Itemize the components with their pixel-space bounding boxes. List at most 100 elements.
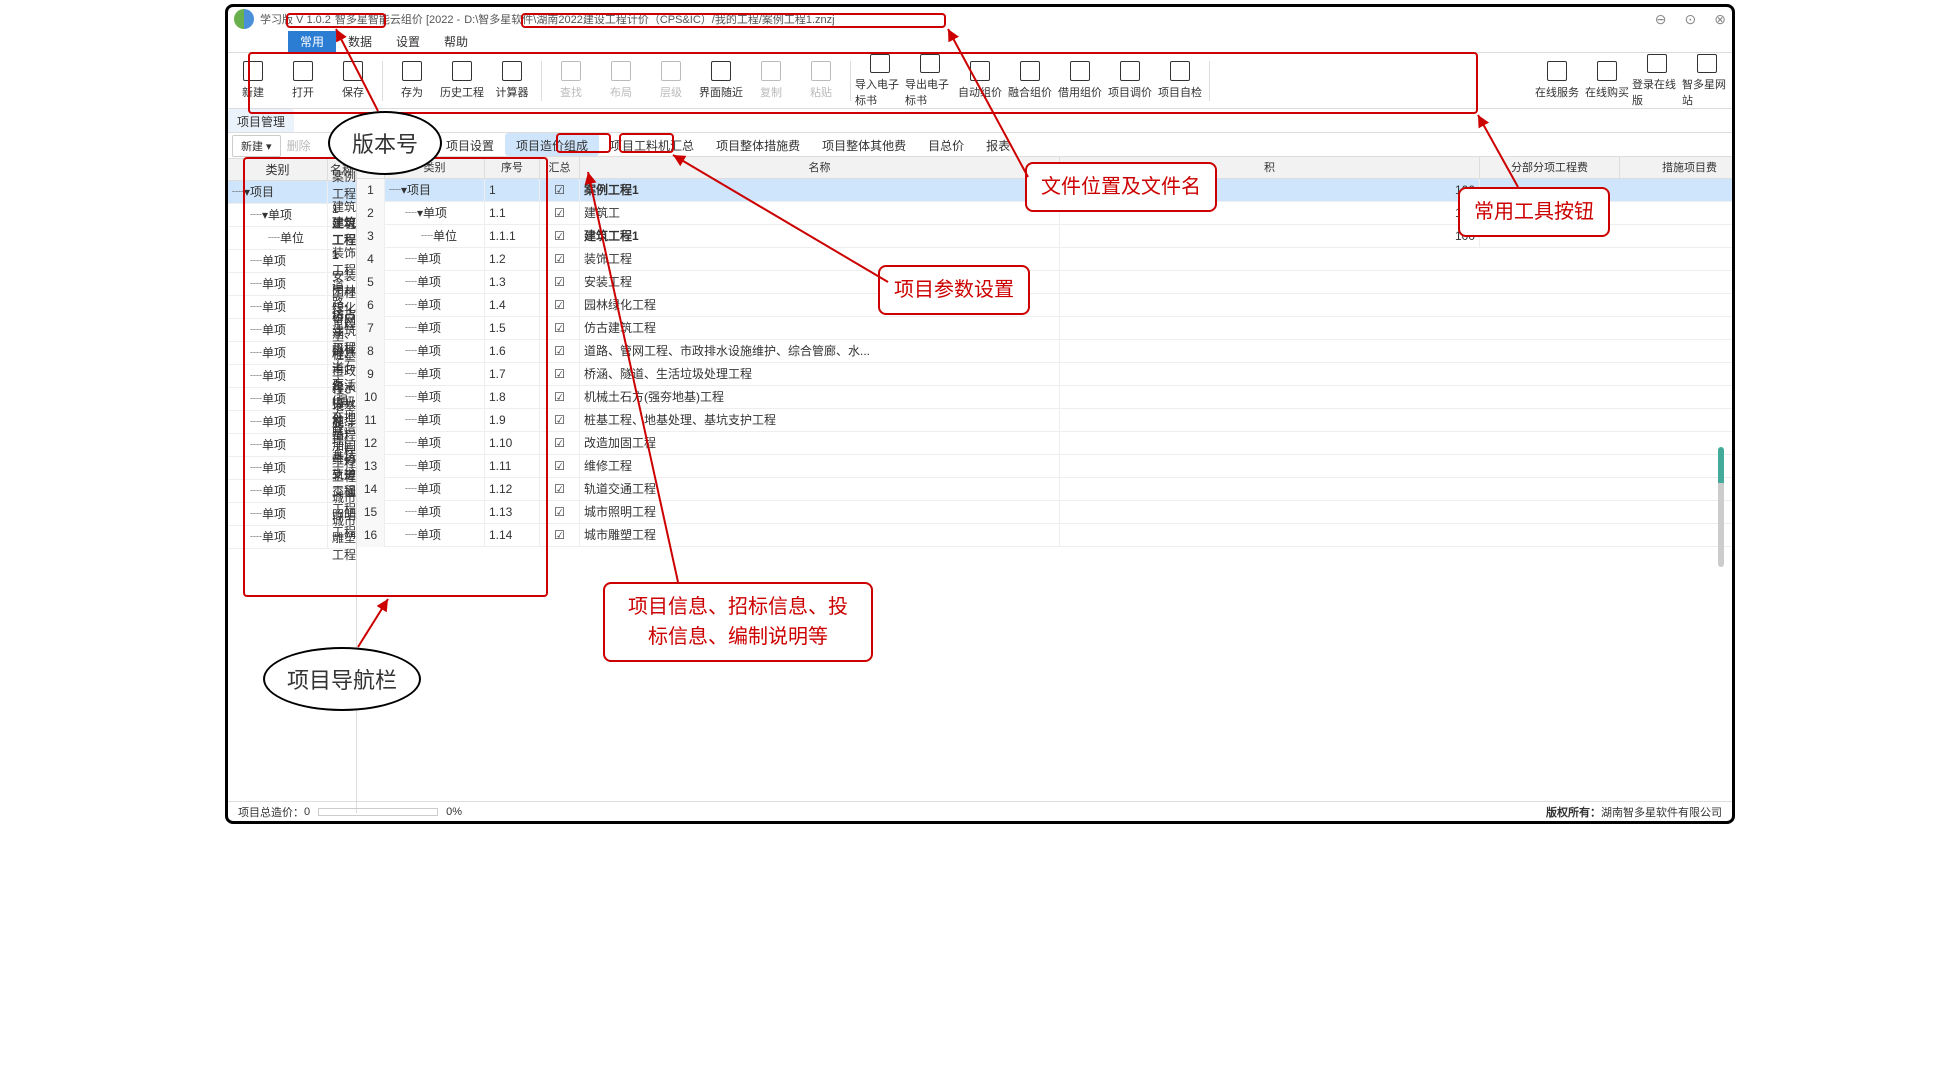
toolbar: 新建打开保存存为历史工程计算器查找布局层级界面随近复制粘贴导入电子标书导出电子标… (228, 53, 1732, 109)
toolbar-check-button[interactable]: 项目自检 (1155, 54, 1205, 108)
summary-checkbox[interactable]: ☑ (540, 317, 580, 340)
summary-checkbox[interactable]: ☑ (540, 455, 580, 478)
subtab-6[interactable]: 目总价 (917, 133, 975, 156)
subtab-3[interactable]: 项目工料机汇总 (599, 133, 705, 156)
history-icon (452, 61, 472, 81)
summary-checkbox[interactable]: ☑ (540, 225, 580, 248)
copy-icon (761, 61, 781, 81)
grid-row[interactable]: 4┈单项1.2☑装饰工程 (357, 248, 1735, 271)
merge-icon (1020, 61, 1040, 81)
anno-navtree: 项目导航栏 (263, 647, 421, 711)
toolbar-history-button[interactable]: 历史工程 (437, 54, 487, 108)
status-total-value: 0 (304, 806, 310, 818)
grid-row[interactable]: 10┈单项1.8☑机械土石方(强夯地基)工程 (357, 386, 1735, 409)
calc-icon (502, 61, 522, 81)
grid-row[interactable]: 5┈单项1.3☑安装工程 (357, 271, 1735, 294)
level-icon (661, 61, 681, 81)
vertical-scrollbar[interactable] (1718, 447, 1724, 567)
menu-常用[interactable]: 常用 (288, 31, 336, 52)
toolbar-auto-button[interactable]: 自动组价 (955, 54, 1005, 108)
toolbar-adjust-button[interactable]: 项目调价 (1105, 54, 1155, 108)
summary-checkbox[interactable]: ☑ (540, 202, 580, 225)
title-appname: 智多星智能云组价 [2022 - (335, 11, 460, 27)
app-window: 学习版 V 1.0.2 智多星智能云组价 [2022 - D:\智多星软件\湖南… (225, 4, 1735, 824)
subtab-5[interactable]: 项目整体其他费 (811, 133, 917, 156)
grid-row[interactable]: 14┈单项1.12☑轨道交通工程 (357, 478, 1735, 501)
layout-icon (611, 61, 631, 81)
grid-row[interactable]: 6┈单项1.4☑园林绿化工程 (357, 294, 1735, 317)
grid-row[interactable]: 15┈单项1.13☑城市照明工程 (357, 501, 1735, 524)
summary-checkbox[interactable]: ☑ (540, 363, 580, 386)
summary-checkbox[interactable]: ☑ (540, 409, 580, 432)
summary-checkbox[interactable]: ☑ (540, 386, 580, 409)
maximize-icon[interactable]: ⊙ (1685, 11, 1697, 28)
grid-col-summary: 汇总 (540, 157, 580, 178)
export-icon (920, 54, 940, 73)
status-copyright: 版权所有：湖南智多星软件有限公司 (1546, 804, 1722, 820)
toolbar-search-button: 查找 (546, 54, 596, 108)
grid-row[interactable]: 9┈单项1.7☑桥涵、隧道、生活垃圾处理工程 (357, 363, 1735, 386)
subtab-4[interactable]: 项目整体措施费 (705, 133, 811, 156)
grid-row[interactable]: 13┈单项1.11☑维修工程 (357, 455, 1735, 478)
summary-checkbox[interactable]: ☑ (540, 524, 580, 547)
subtab-2[interactable]: 项目造价组成 (505, 133, 599, 156)
saveas-icon (402, 61, 422, 81)
summary-checkbox[interactable]: ☑ (540, 271, 580, 294)
web-icon (1697, 54, 1717, 73)
summary-checkbox[interactable]: ☑ (540, 478, 580, 501)
summary-checkbox[interactable]: ☑ (540, 501, 580, 524)
toolbar-import-button[interactable]: 导入电子标书 (855, 54, 905, 108)
toolbar-service-button[interactable]: 在线服务 (1532, 54, 1582, 108)
toolbar-export-button[interactable]: 导出电子标书 (905, 54, 955, 108)
sidebar: 新建 ▾ 删除 类别 名称 ┈▾项目案例工程1┈▾单项建筑工程┈单位建筑工程1┈… (228, 133, 357, 813)
status-total-label: 项目总造价： (238, 804, 304, 820)
toolbar-web-button[interactable]: 智多星网站 (1682, 54, 1732, 108)
subtab-1[interactable]: 项目设置 (435, 133, 505, 156)
new-icon (243, 61, 263, 81)
sidebar-delete-button[interactable]: 删除 (287, 137, 311, 154)
grid-row[interactable]: 7┈单项1.5☑仿古建筑工程 (357, 317, 1735, 340)
grid-col-cost1: 分部分项工程费 (1480, 157, 1620, 178)
anno-toolbar: 常用工具按钮 (1458, 187, 1610, 237)
toolbar-borrow-button[interactable]: 借用组价 (1055, 54, 1105, 108)
toolbar-new-button[interactable]: 新建 (228, 54, 278, 108)
import-icon (870, 54, 890, 73)
minimize-icon[interactable]: ⊖ (1655, 11, 1667, 28)
summary-checkbox[interactable]: ☑ (540, 179, 580, 202)
toolbar-save-button[interactable]: 保存 (328, 54, 378, 108)
grid-row[interactable]: 8┈单项1.6☑道路、管网工程、市政排水设施维护、综合管廊、水... (357, 340, 1735, 363)
status-percent: 0% (446, 806, 462, 818)
toolbar-login-button[interactable]: 登录在线版 (1632, 54, 1682, 108)
grid-col-name: 名称 (580, 157, 1060, 178)
menu-帮助[interactable]: 帮助 (432, 31, 480, 52)
grid-row[interactable]: 16┈单项1.14☑城市雕塑工程 (357, 524, 1735, 547)
titlebar: 学习版 V 1.0.2 智多星智能云组价 [2022 - D:\智多星软件\湖南… (228, 7, 1732, 31)
toolbar-saveas-button[interactable]: 存为 (387, 54, 437, 108)
grid-row[interactable]: 12┈单项1.10☑改造加固工程 (357, 432, 1735, 455)
nav-tab-project-mgmt[interactable]: 项目管理 (228, 109, 294, 132)
sidebar-tree: ┈▾项目案例工程1┈▾单项建筑工程┈单位建筑工程1┈单项装饰工程┈单项安装工程┈… (228, 181, 356, 549)
menu-设置[interactable]: 设置 (384, 31, 432, 52)
subtab-7[interactable]: 报表 (975, 133, 1021, 156)
menubar: 常用数据设置帮助 (228, 31, 1732, 53)
auto-icon (970, 61, 990, 81)
grid-col-cost2: 措施项目费 (1620, 157, 1735, 178)
toolbar-paste-button: 粘贴 (796, 54, 846, 108)
sidebar-new-button[interactable]: 新建 ▾ (232, 135, 281, 157)
toolbar-ui-button[interactable]: 界面随近 (696, 54, 746, 108)
summary-checkbox[interactable]: ☑ (540, 294, 580, 317)
toolbar-layout-button: 布局 (596, 54, 646, 108)
toolbar-open-button[interactable]: 打开 (278, 54, 328, 108)
buy-icon (1597, 61, 1617, 81)
close-icon[interactable]: ⊗ (1714, 11, 1726, 28)
summary-checkbox[interactable]: ☑ (540, 248, 580, 271)
summary-checkbox[interactable]: ☑ (540, 340, 580, 363)
toolbar-calc-button[interactable]: 计算器 (487, 54, 537, 108)
summary-checkbox[interactable]: ☑ (540, 432, 580, 455)
toolbar-merge-button[interactable]: 融合组价 (1005, 54, 1055, 108)
tree-row[interactable]: ┈单项城市雕塑工程 (228, 526, 356, 549)
menu-数据[interactable]: 数据 (336, 31, 384, 52)
toolbar-level-button: 层级 (646, 54, 696, 108)
grid-row[interactable]: 11┈单项1.9☑桩基工程、地基处理、基坑支护工程 (357, 409, 1735, 432)
toolbar-buy-button[interactable]: 在线购买 (1582, 54, 1632, 108)
